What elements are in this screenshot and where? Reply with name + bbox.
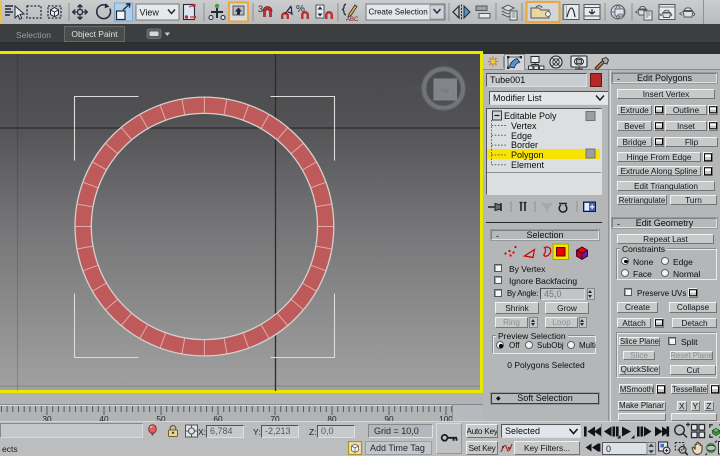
svg-text:E: E bbox=[467, 84, 472, 93]
svg-text:3: 3 bbox=[258, 4, 263, 14]
svg-text:TOP: TOP bbox=[440, 88, 449, 93]
svg-text:Create Selection Se: Create Selection Se bbox=[369, 8, 441, 17]
svg-text:N: N bbox=[441, 60, 447, 69]
svg-text:S: S bbox=[441, 107, 446, 116]
svg-text:W: W bbox=[414, 84, 422, 93]
svg-text:View: View bbox=[140, 8, 160, 18]
svg-text:ABC: ABC bbox=[346, 17, 359, 23]
svg-text:0: 0 bbox=[606, 444, 611, 454]
